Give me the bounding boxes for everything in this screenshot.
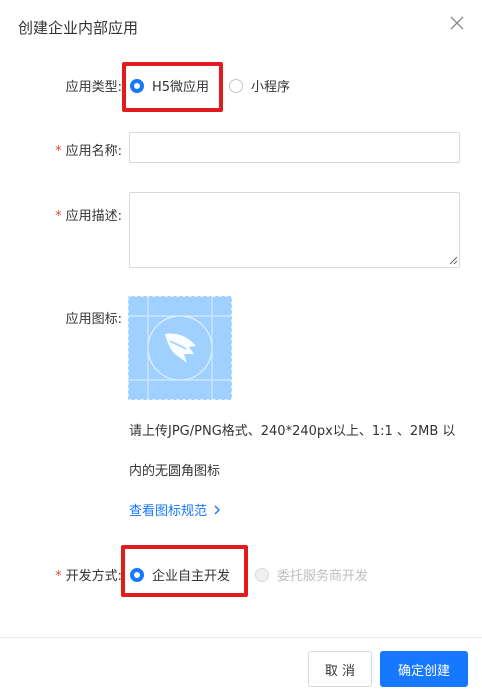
required-mark: * <box>55 569 62 584</box>
view-icon-spec-link[interactable]: 查看图标规范 <box>129 500 223 519</box>
dev-mode-label-text: 开发方式: <box>65 569 122 584</box>
radio-provider-dev: 委托服务商开发 <box>255 565 368 584</box>
highlight-box <box>122 62 223 112</box>
app-desc-label: * 应用描述: <box>55 205 122 224</box>
app-desc-textarea[interactable] <box>129 192 460 268</box>
radio-mini-program[interactable]: 小程序 <box>229 76 290 95</box>
app-desc-label-text: 应用描述: <box>65 209 122 224</box>
app-type-label: 应用类型: <box>65 80 122 95</box>
resize-handle-icon[interactable] <box>449 256 458 265</box>
highlight-box <box>121 545 248 597</box>
close-icon[interactable] <box>446 12 468 34</box>
cancel-button[interactable]: 取 消 <box>308 651 372 687</box>
view-icon-spec-label: 查看图标规范 <box>129 504 208 519</box>
app-name-input[interactable] <box>129 132 460 163</box>
app-name-label: * 应用名称: <box>55 140 122 159</box>
icon-help-text: 请上传JPG/PNG格式、240*240px以上、1:1 、2MB 以 <box>129 424 456 439</box>
footer-divider <box>0 637 482 638</box>
required-mark: * <box>55 209 62 224</box>
app-name-label-text: 应用名称: <box>65 144 122 159</box>
icon-help-text-2: 内的无圆角图标 <box>129 464 221 479</box>
dev-mode-label: * 开发方式: <box>55 565 122 584</box>
chevron-right-icon <box>214 505 221 514</box>
radio-provider-dev-label: 委托服务商开发 <box>277 569 369 584</box>
radio-dot <box>229 78 243 93</box>
confirm-create-button[interactable]: 确定创建 <box>380 651 468 687</box>
create-app-dialog: 创建企业内部应用 应用类型: H5微应用 小程序 * 应用名称: * 应用描述: 应… <box>0 0 482 694</box>
radio-mini-program-label: 小程序 <box>251 80 291 95</box>
dialog-title: 创建企业内部应用 <box>18 19 139 37</box>
app-icon-upload[interactable] <box>128 296 232 400</box>
app-icon-label: 应用图标: <box>65 312 122 327</box>
app-logo-icon <box>128 296 232 400</box>
radio-dot-disabled <box>255 567 269 582</box>
required-mark: * <box>55 144 62 159</box>
